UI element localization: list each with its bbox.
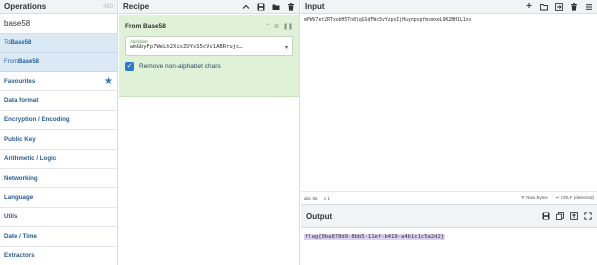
category-language[interactable]: Language bbox=[0, 188, 117, 208]
output-textarea[interactable]: flag{0ba878d9-8bb5-11ef-b419-a4b1c1c5a2d… bbox=[301, 228, 597, 265]
remove-non-alphabet-checkbox[interactable]: ✓ bbox=[125, 62, 134, 71]
category-label: Language bbox=[4, 194, 34, 202]
chevron-up-icon[interactable]: ⌃ bbox=[265, 23, 270, 30]
copy-icon[interactable] bbox=[556, 212, 564, 220]
chevron-up-icon[interactable] bbox=[242, 3, 250, 11]
op-result-from-base58[interactable]: From Base58 bbox=[0, 53, 117, 72]
category-label: Extractors bbox=[4, 252, 35, 260]
input-textarea[interactable]: mPWV7et2RTxobH5Tn8lqGSdFWc5vYzpsIjHuynpv… bbox=[301, 15, 597, 191]
category-label: Date / Time bbox=[4, 232, 37, 240]
menu-icon[interactable] bbox=[585, 3, 593, 11]
recipe-header: Recipe bbox=[119, 0, 299, 14]
line-count: ≡ 1 bbox=[323, 195, 330, 201]
category-public-key[interactable]: Public Key bbox=[0, 130, 117, 150]
output-title: Output bbox=[306, 211, 333, 221]
trash-icon[interactable] bbox=[287, 2, 295, 11]
operations-header: Operations 480 bbox=[0, 0, 117, 14]
operations-search[interactable] bbox=[0, 14, 117, 34]
op-result-name: Base58 bbox=[18, 59, 40, 65]
category-date-time[interactable]: Date / Time bbox=[0, 227, 117, 247]
category-label: Networking bbox=[4, 174, 38, 182]
recipe-operation-title: From Base58 bbox=[125, 22, 166, 30]
save-icon[interactable] bbox=[542, 212, 550, 220]
op-result-prefix: From bbox=[4, 59, 18, 65]
trash-icon[interactable] bbox=[570, 2, 578, 11]
output-text: flag{0ba878d9-8bb5-11ef-b419-a4b1c1c5a2d… bbox=[304, 234, 446, 240]
operations-count: 480 bbox=[102, 3, 113, 10]
io-pane: Input + mPWV7et2RTxobH5Tn8lqGSdFWc5vYzps… bbox=[301, 0, 597, 265]
category-extractors[interactable]: Extractors bbox=[0, 246, 117, 265]
recipe-title: Recipe bbox=[123, 2, 150, 11]
op-result-to-base58[interactable]: To Base58 bbox=[0, 34, 117, 53]
remove-non-alphabet-label: Remove non-alphabet chars bbox=[139, 63, 221, 70]
maximize-icon[interactable] bbox=[584, 212, 592, 220]
add-icon[interactable]: + bbox=[525, 1, 533, 12]
operations-pane: Operations 480 To Base58 From Base58 Fav… bbox=[0, 0, 118, 265]
star-icon: ★ bbox=[104, 75, 113, 87]
input-header: Input + bbox=[301, 0, 597, 14]
input-status-bar: abc 58 ≡ 1 Tr Raw Bytes ↵ CRLF (detected… bbox=[301, 191, 597, 204]
category-label: Arithmetic / Logic bbox=[4, 155, 57, 163]
input-title: Input bbox=[305, 2, 325, 11]
import-file-icon[interactable] bbox=[555, 2, 563, 11]
alphabet-value: wmGbyFp7WeLh2XixZUYsS5cVv1ABRrujc… bbox=[130, 44, 243, 50]
recipe-pane: Recipe From Base58 ⌃ ⊘ ❚❚ Alphabet wmGby… bbox=[119, 0, 300, 265]
eol-indicator[interactable]: ↵ CRLF (detected) bbox=[556, 195, 594, 201]
category-label: Public Key bbox=[4, 135, 36, 143]
op-result-name: Base58 bbox=[10, 40, 32, 46]
open-folder-icon[interactable] bbox=[540, 3, 548, 11]
category-data-format[interactable]: Data format bbox=[0, 91, 117, 111]
category-label: Utils bbox=[4, 213, 18, 221]
input-text: mPWV7et2RTxobH5Tn8lqGSdFWc5vYzpsIjHuynpv… bbox=[304, 18, 472, 23]
char-count: abc 58 bbox=[304, 195, 318, 201]
folder-icon[interactable] bbox=[272, 3, 280, 11]
operations-title: Operations bbox=[4, 2, 47, 11]
output-header: Output bbox=[301, 204, 597, 228]
disable-icon[interactable]: ⊘ bbox=[274, 23, 279, 30]
dropdown-caret-icon: ▾ bbox=[284, 45, 288, 51]
search-input[interactable] bbox=[4, 19, 113, 28]
category-label: Data format bbox=[4, 97, 39, 105]
save-icon[interactable] bbox=[257, 3, 265, 11]
pause-icon[interactable]: ❚❚ bbox=[283, 23, 293, 30]
category-label: Favourites bbox=[4, 77, 36, 85]
category-encryption-encoding[interactable]: Encryption / Encoding bbox=[0, 110, 117, 131]
replace-input-icon[interactable] bbox=[570, 212, 578, 220]
category-favourites[interactable]: Favourites ★ bbox=[0, 72, 117, 92]
alphabet-select[interactable]: Alphabet wmGbyFp7WeLh2XixZUYsS5cVv1ABRru… bbox=[125, 36, 293, 56]
category-label: Encryption / Encoding bbox=[4, 116, 70, 124]
category-networking[interactable]: Networking bbox=[0, 168, 117, 189]
category-utils[interactable]: Utils bbox=[0, 207, 117, 228]
category-arithmetic-logic[interactable]: Arithmetic / Logic bbox=[0, 149, 117, 169]
raw-bytes-toggle[interactable]: Tr Raw Bytes bbox=[521, 195, 548, 201]
remove-non-alphabet-row[interactable]: ✓ Remove non-alphabet chars bbox=[125, 62, 293, 71]
recipe-operation-from-base58[interactable]: From Base58 ⌃ ⊘ ❚❚ Alphabet wmGbyFp7WeLh… bbox=[119, 15, 299, 97]
